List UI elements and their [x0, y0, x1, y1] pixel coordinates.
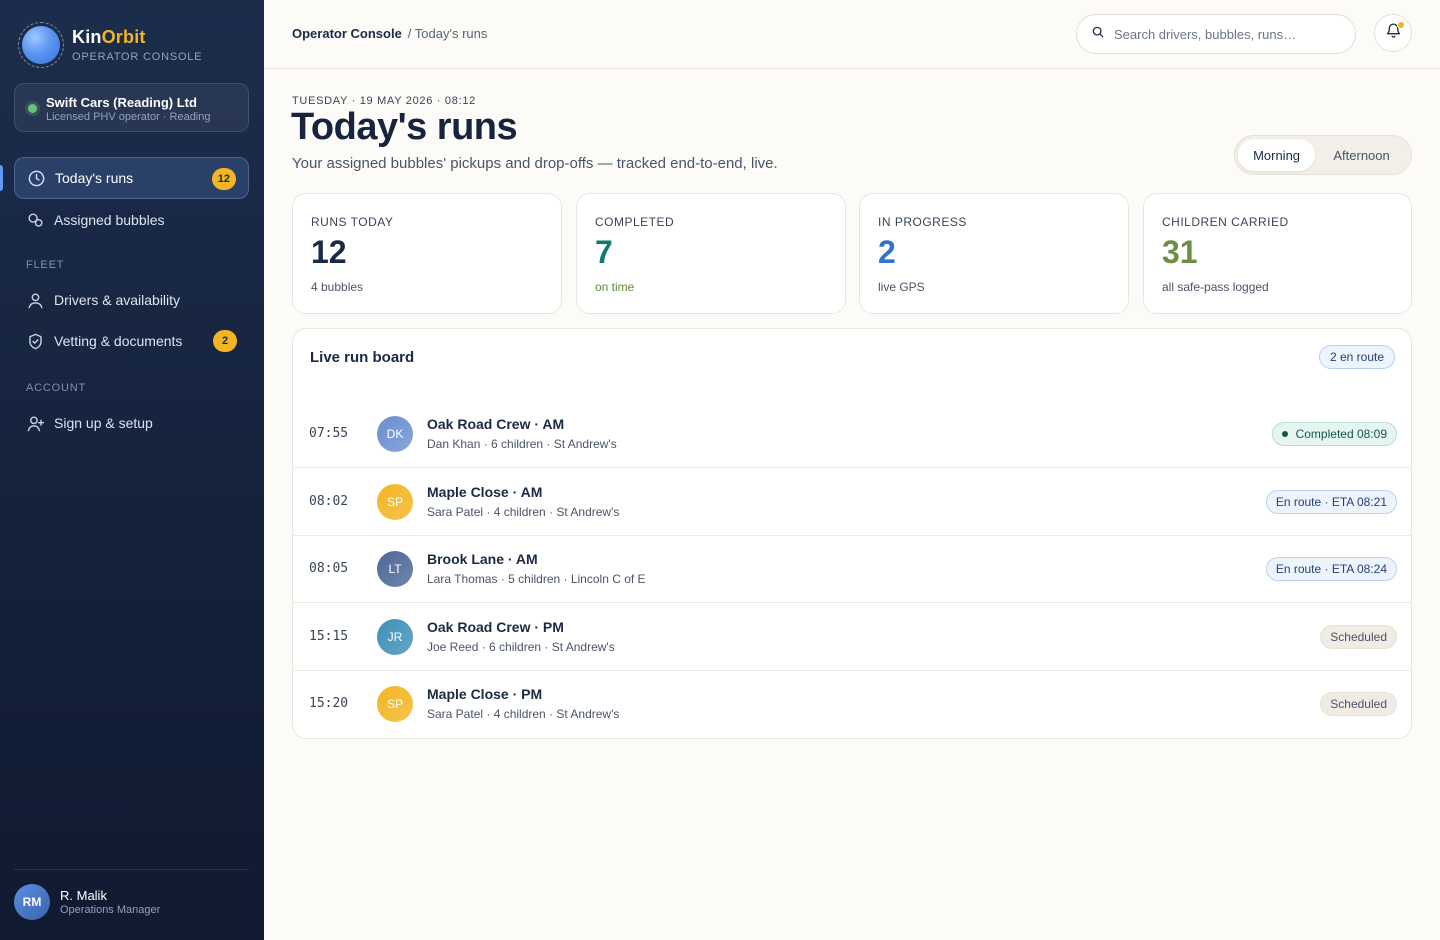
stat-card-runs-today: RUNS TODAY 12 4 bubbles: [292, 193, 562, 314]
run-time: 15:20: [309, 696, 349, 711]
active-nav-indicator: [0, 165, 3, 191]
stat-value: 7: [595, 234, 613, 270]
nav-signup[interactable]: Sign up & setup: [14, 402, 249, 444]
page-title: Today's runs: [291, 106, 518, 148]
shield-check-icon: [25, 331, 45, 351]
user-avatar[interactable]: RM: [14, 884, 50, 920]
notifications-button[interactable]: [1374, 14, 1412, 52]
run-status-badge: Completed 08:09: [1271, 422, 1397, 446]
sidebar: KinOrbit OPERATOR CONSOLE Swift Cars (Re…: [0, 0, 264, 940]
stat-note: live GPS: [878, 280, 925, 294]
driver-avatar: JR: [377, 619, 413, 655]
run-row[interactable]: 08:02 SP Maple Close · AM Sara Patel · 4…: [293, 469, 1411, 536]
run-status-badge: Scheduled: [1320, 625, 1397, 649]
todays-runs-badge: 12: [211, 168, 236, 190]
nav-vetting[interactable]: Vetting & documents 2: [14, 320, 249, 362]
sidebar-divider: [14, 869, 249, 870]
user-plus-icon: [25, 413, 45, 433]
driver-avatar: SP: [377, 686, 413, 722]
run-row[interactable]: 08:05 LT Brook Lane · AM Lara Thomas · 5…: [293, 536, 1411, 603]
nav-todays-runs-label: Today's runs: [55, 170, 134, 186]
run-row[interactable]: 15:20 SP Maple Close · PM Sara Patel · 4…: [293, 671, 1411, 738]
brand-subtitle: OPERATOR CONSOLE: [72, 51, 203, 63]
nav-assigned-bubbles-label: Assigned bubbles: [54, 212, 165, 228]
nav-section-fleet: FLEET: [26, 259, 65, 271]
vetting-badge: 2: [213, 330, 237, 352]
run-time: 08:05: [309, 561, 349, 576]
user-role: Operations Manager: [60, 904, 161, 916]
stat-label: COMPLETED: [595, 215, 675, 229]
nav-vetting-label: Vetting & documents: [54, 333, 183, 349]
org-status-dot: [28, 104, 37, 113]
run-row[interactable]: 07:55 DK Oak Road Crew · AM Dan Khan · 6…: [293, 401, 1411, 468]
clock-icon: [26, 168, 46, 188]
nav-assigned-bubbles[interactable]: Assigned bubbles: [14, 199, 249, 241]
run-name: Maple Close · AM: [427, 484, 543, 500]
run-name: Maple Close · PM: [427, 686, 543, 702]
run-detail: Dan Khan · 6 children · St Andrew's: [427, 437, 617, 451]
org-name: Swift Cars (Reading) Ltd: [46, 95, 197, 110]
run-time: 15:15: [309, 629, 349, 644]
nav-signup-label: Sign up & setup: [54, 415, 153, 431]
stat-value: 31: [1162, 234, 1198, 270]
stat-label: IN PROGRESS: [878, 215, 967, 229]
board-title: Live run board: [310, 349, 415, 366]
driver-avatar: SP: [377, 484, 413, 520]
session-toggle: Morning Afternoon: [1234, 135, 1412, 175]
breadcrumb-root[interactable]: Operator Console: [292, 26, 402, 41]
organisation-switcher[interactable]: Swift Cars (Reading) Ltd Licensed PHV op…: [14, 83, 249, 132]
nav-todays-runs[interactable]: Today's runs 12: [14, 157, 249, 199]
run-status-badge: En route · ETA 08:21: [1265, 490, 1397, 514]
stat-label: CHILDREN CARRIED: [1162, 215, 1289, 229]
stat-label: RUNS TODAY: [311, 215, 394, 229]
segment-afternoon[interactable]: Afternoon: [1315, 139, 1408, 171]
breadcrumb-current: / Today's runs: [407, 26, 488, 41]
user-icon: [25, 290, 45, 310]
status-dot-icon: [1281, 431, 1288, 437]
org-subtitle: Licensed PHV operator · Reading: [46, 111, 211, 123]
nav-drivers[interactable]: Drivers & availability: [14, 279, 249, 321]
topbar: Operator Console / Today's runs: [264, 0, 1440, 69]
stat-card-in-progress: IN PROGRESS 2 live GPS: [859, 193, 1129, 314]
nav-drivers-label: Drivers & availability: [54, 292, 181, 308]
bubbles-icon: [25, 210, 45, 230]
run-detail: Sara Patel · 4 children · St Andrew's: [427, 505, 620, 519]
live-run-board: Live run board 2 en route 07:55 DK Oak R…: [292, 328, 1412, 739]
segment-morning[interactable]: Morning: [1238, 139, 1316, 171]
run-row[interactable]: 15:15 JR Oak Road Crew · PM Joe Reed · 6…: [293, 604, 1411, 671]
run-detail: Lara Thomas · 5 children · Lincoln C of …: [427, 572, 646, 586]
brand[interactable]: KinOrbit OPERATOR CONSOLE: [18, 22, 202, 68]
stat-value: 2: [878, 234, 896, 270]
run-status-badge: Scheduled: [1320, 692, 1397, 716]
brand-logo-icon: [18, 22, 64, 68]
run-status-badge: En route · ETA 08:24: [1265, 557, 1397, 581]
driver-avatar: DK: [377, 416, 413, 452]
stat-card-children-carried: CHILDREN CARRIED 31 all safe-pass logged: [1143, 193, 1412, 314]
run-name: Brook Lane · AM: [427, 551, 538, 567]
run-detail: Sara Patel · 4 children · St Andrew's: [427, 707, 620, 721]
en-route-count-badge: 2 en route: [1318, 345, 1395, 369]
page-subtitle: Your assigned bubbles' pickups and drop-…: [292, 155, 778, 172]
run-time: 07:55: [309, 426, 349, 441]
user-name: R. Malik: [60, 888, 107, 903]
search-input[interactable]: [1114, 26, 1334, 42]
breadcrumb: Operator Console / Today's runs: [292, 26, 487, 41]
stat-note: on time: [595, 280, 635, 294]
brand-name: KinOrbit: [72, 27, 146, 47]
stat-note: all safe-pass logged: [1162, 280, 1269, 294]
nav-section-account: ACCOUNT: [26, 382, 86, 394]
search-box[interactable]: [1076, 14, 1356, 54]
run-name: Oak Road Crew · PM: [427, 619, 564, 635]
stat-note: 4 bubbles: [311, 280, 364, 294]
stat-value: 12: [311, 234, 347, 270]
driver-avatar: LT: [377, 551, 413, 587]
run-detail: Joe Reed · 6 children · St Andrew's: [427, 640, 615, 654]
stat-card-completed: COMPLETED 7 on time: [576, 193, 846, 314]
notification-dot: [1397, 21, 1405, 29]
run-time: 08:02: [309, 494, 349, 509]
search-icon: [1091, 25, 1105, 44]
run-name: Oak Road Crew · AM: [427, 416, 565, 432]
